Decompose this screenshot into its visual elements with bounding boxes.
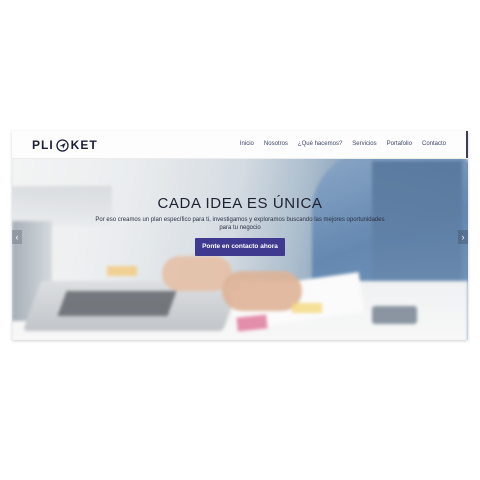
chevron-left-icon: ‹ [15,232,19,242]
nav-item-nosotros[interactable]: Nosotros [264,140,288,149]
logo-text-right: KET [70,138,98,152]
nav-item-contacto[interactable]: Contacto [422,140,446,149]
logo-text-left: PLI [32,138,54,152]
paper-plane-icon [55,138,69,152]
nav-item-servicios[interactable]: Servicios [352,140,376,149]
brand-logo[interactable]: PLI KET [32,138,98,152]
contact-cta-button[interactable]: Ponte en contacto ahora [195,238,285,256]
main-nav: Inicio Nosotros ¿Qué hacemos? Servicios … [240,140,446,149]
website-screenshot: PLI KET Inicio Nosotros ¿Qué hacemos? Se… [12,131,468,340]
carousel-prev-button[interactable]: ‹ [12,230,22,244]
hero-title: CADA IDEA ES ÚNICA [157,195,323,212]
navbar-edge [466,131,468,158]
nav-item-portafolio[interactable]: Portafolio [387,140,412,149]
carousel-next-button[interactable]: › [458,230,468,244]
chevron-right-icon: › [461,232,465,242]
hero-section: CADA IDEA ES ÚNICA Por eso creamos un pl… [12,195,468,256]
nav-item-que-hacemos[interactable]: ¿Qué hacemos? [298,140,342,149]
top-navbar: PLI KET Inicio Nosotros ¿Qué hacemos? Se… [12,131,468,159]
nav-item-inicio[interactable]: Inicio [240,140,254,149]
hero-subtitle: Por eso creamos un plan específico para … [95,217,385,231]
